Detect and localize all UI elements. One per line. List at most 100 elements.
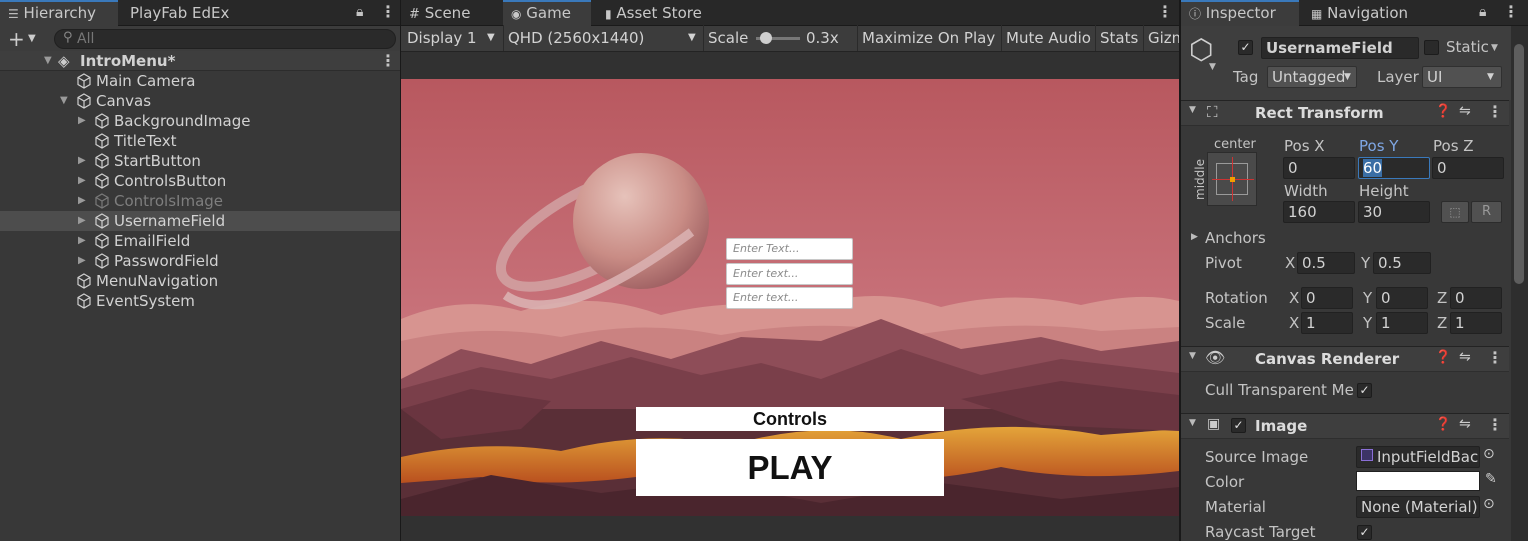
menu-dots-icon[interactable]: ⋮: [380, 2, 396, 21]
pos-x-field[interactable]: 0: [1283, 157, 1355, 179]
static-checkbox[interactable]: [1424, 40, 1439, 55]
active-checkbox[interactable]: ✓: [1238, 40, 1253, 55]
mute-audio-toggle[interactable]: Mute Audio: [1001, 25, 1095, 51]
hierarchy-item[interactable]: ▶ BackgroundImage: [0, 111, 400, 131]
game-render[interactable]: Enter Text... Enter text... Enter text..…: [401, 79, 1179, 516]
width-field[interactable]: 160: [1283, 201, 1355, 223]
scale-x-field[interactable]: 1: [1301, 312, 1353, 334]
gizmos-toggle[interactable]: Gizm: [1143, 25, 1179, 51]
raycast-target-checkbox[interactable]: ✓: [1357, 525, 1372, 540]
hierarchy-item[interactable]: ▶ UsernameField: [0, 211, 400, 231]
maximize-on-play-toggle[interactable]: Maximize On Play: [857, 25, 999, 51]
collapsed-arrow-icon[interactable]: ▶: [78, 191, 86, 211]
static-dropdown-icon[interactable]: ▼: [1491, 43, 1498, 53]
scrollbar-thumb[interactable]: [1514, 44, 1524, 284]
help-icon[interactable]: ❓: [1435, 417, 1451, 432]
display-dropdown[interactable]: Display 1 ▼: [403, 25, 501, 51]
rot-y-field[interactable]: 0: [1376, 287, 1428, 309]
anchors-foldout-icon[interactable]: ▶: [1191, 232, 1198, 242]
tab-game[interactable]: ◉ Game: [503, 0, 591, 26]
hierarchy-item[interactable]: ▶ StartButton: [0, 151, 400, 171]
foldout-arrow-icon[interactable]: ▼: [1189, 105, 1196, 115]
hierarchy-item[interactable]: EventSystem: [0, 291, 400, 311]
game-menu-icon[interactable]: ⋮: [1157, 2, 1173, 21]
presets-icon[interactable]: ⇋: [1459, 416, 1471, 432]
foldout-arrow-icon[interactable]: ▼: [1189, 418, 1196, 428]
controls-button[interactable]: Controls: [636, 407, 944, 431]
cull-transparent-checkbox[interactable]: ✓: [1357, 383, 1372, 398]
add-icon[interactable]: +: [8, 27, 25, 51]
foldout-arrow-icon[interactable]: ▼: [1189, 351, 1196, 361]
resolution-dropdown[interactable]: QHD (2560x1440) ▼: [503, 25, 699, 51]
rot-x-field[interactable]: 0: [1301, 287, 1353, 309]
inspector-scrollbar[interactable]: [1511, 26, 1528, 541]
pos-y-field[interactable]: 60: [1358, 157, 1430, 179]
presets-icon[interactable]: ⇋: [1459, 103, 1471, 119]
menu-dots-icon[interactable]: ⋮: [1503, 2, 1519, 21]
scene-row[interactable]: ▼ ◈ IntroMenu* ⋮: [0, 51, 400, 71]
object-picker-icon[interactable]: ⊙: [1483, 496, 1495, 512]
anchor-presets-button[interactable]: [1207, 152, 1257, 206]
password-input[interactable]: Enter text...: [726, 287, 853, 309]
component-menu-icon[interactable]: ⋮: [1487, 348, 1503, 367]
scale-z-field[interactable]: 1: [1450, 312, 1502, 334]
collapsed-arrow-icon[interactable]: ▶: [78, 211, 86, 231]
play-button[interactable]: PLAY: [636, 439, 944, 496]
layer-dropdown[interactable]: UI ▼: [1422, 66, 1502, 88]
lock-icon[interactable]: 🔒︎: [1479, 4, 1486, 20]
tab-asset-store[interactable]: ▮ Asset Store: [597, 0, 717, 26]
tab-navigation[interactable]: ▦ Navigation: [1303, 0, 1433, 26]
collapsed-arrow-icon[interactable]: ▶: [78, 171, 86, 191]
tab-playfab[interactable]: PlayFab EdEx: [122, 0, 252, 26]
presets-icon[interactable]: ⇋: [1459, 349, 1471, 365]
hierarchy-item[interactable]: ▶ ControlsImage: [0, 191, 400, 211]
expand-arrow-icon[interactable]: ▼: [60, 91, 68, 111]
scene-menu-icon[interactable]: ⋮: [380, 51, 396, 71]
eyedropper-icon[interactable]: ✎: [1485, 471, 1497, 487]
tag-dropdown[interactable]: Untagged ▼: [1267, 66, 1357, 88]
raw-edit-button[interactable]: R: [1471, 201, 1502, 223]
color-field[interactable]: [1356, 471, 1480, 491]
collapsed-arrow-icon[interactable]: ▶: [78, 231, 86, 251]
hierarchy-search-input[interactable]: ⚲ All: [54, 29, 396, 49]
expand-arrow-icon[interactable]: ▼: [44, 51, 52, 71]
lock-icon[interactable]: 🔒︎: [356, 4, 363, 20]
hierarchy-item[interactable]: MenuNavigation: [0, 271, 400, 291]
scale-control[interactable]: Scale 0.3x: [703, 25, 853, 51]
hierarchy-item[interactable]: Main Camera: [0, 71, 400, 91]
source-image-field[interactable]: InputFieldBack: [1356, 446, 1480, 468]
blueprint-mode-button[interactable]: ⬚: [1441, 201, 1469, 223]
collapsed-arrow-icon[interactable]: ▶: [78, 251, 86, 271]
component-menu-icon[interactable]: ⋮: [1487, 415, 1503, 434]
hierarchy-item[interactable]: ▶ EmailField: [0, 231, 400, 251]
scale-slider-thumb[interactable]: [760, 32, 772, 44]
pivot-x-field[interactable]: 0.5: [1297, 252, 1355, 274]
help-icon[interactable]: ❓: [1435, 104, 1451, 119]
image-enabled-checkbox[interactable]: ✓: [1231, 418, 1246, 433]
object-name-field[interactable]: UsernameField: [1261, 37, 1419, 59]
tab-inspector[interactable]: ⓘ Inspector: [1181, 0, 1299, 26]
gameobject-cube-icon[interactable]: ⬡: [1189, 36, 1213, 64]
pos-z-field[interactable]: 0: [1432, 157, 1504, 179]
object-picker-icon[interactable]: ⊙: [1483, 446, 1495, 462]
stats-toggle[interactable]: Stats: [1095, 25, 1142, 51]
height-field[interactable]: 30: [1358, 201, 1430, 223]
hierarchy-item[interactable]: ▶ ControlsButton: [0, 171, 400, 191]
help-icon[interactable]: ❓: [1435, 350, 1451, 365]
chevron-down-icon[interactable]: ▼: [28, 33, 36, 44]
hierarchy-item[interactable]: ▼ Canvas: [0, 91, 400, 111]
username-input[interactable]: Enter Text...: [726, 238, 853, 260]
collapsed-arrow-icon[interactable]: ▶: [78, 151, 86, 171]
chevron-down-icon[interactable]: ▼: [1209, 62, 1216, 72]
collapsed-arrow-icon[interactable]: ▶: [78, 111, 86, 131]
rect-transform-header[interactable]: ▼ ⛶ Rect Transform ❓ ⇋ ⋮: [1181, 100, 1509, 126]
component-menu-icon[interactable]: ⋮: [1487, 102, 1503, 121]
rot-z-field[interactable]: 0: [1450, 287, 1502, 309]
hierarchy-item[interactable]: TitleText: [0, 131, 400, 151]
image-header[interactable]: ▼ ▣ ✓ Image ❓ ⇋ ⋮: [1181, 413, 1509, 439]
tab-scene[interactable]: # Scene: [401, 0, 499, 26]
pivot-y-field[interactable]: 0.5: [1373, 252, 1431, 274]
anchors-label[interactable]: Anchors: [1205, 229, 1266, 247]
material-field[interactable]: None (Material): [1356, 496, 1480, 518]
scale-y-field[interactable]: 1: [1376, 312, 1428, 334]
